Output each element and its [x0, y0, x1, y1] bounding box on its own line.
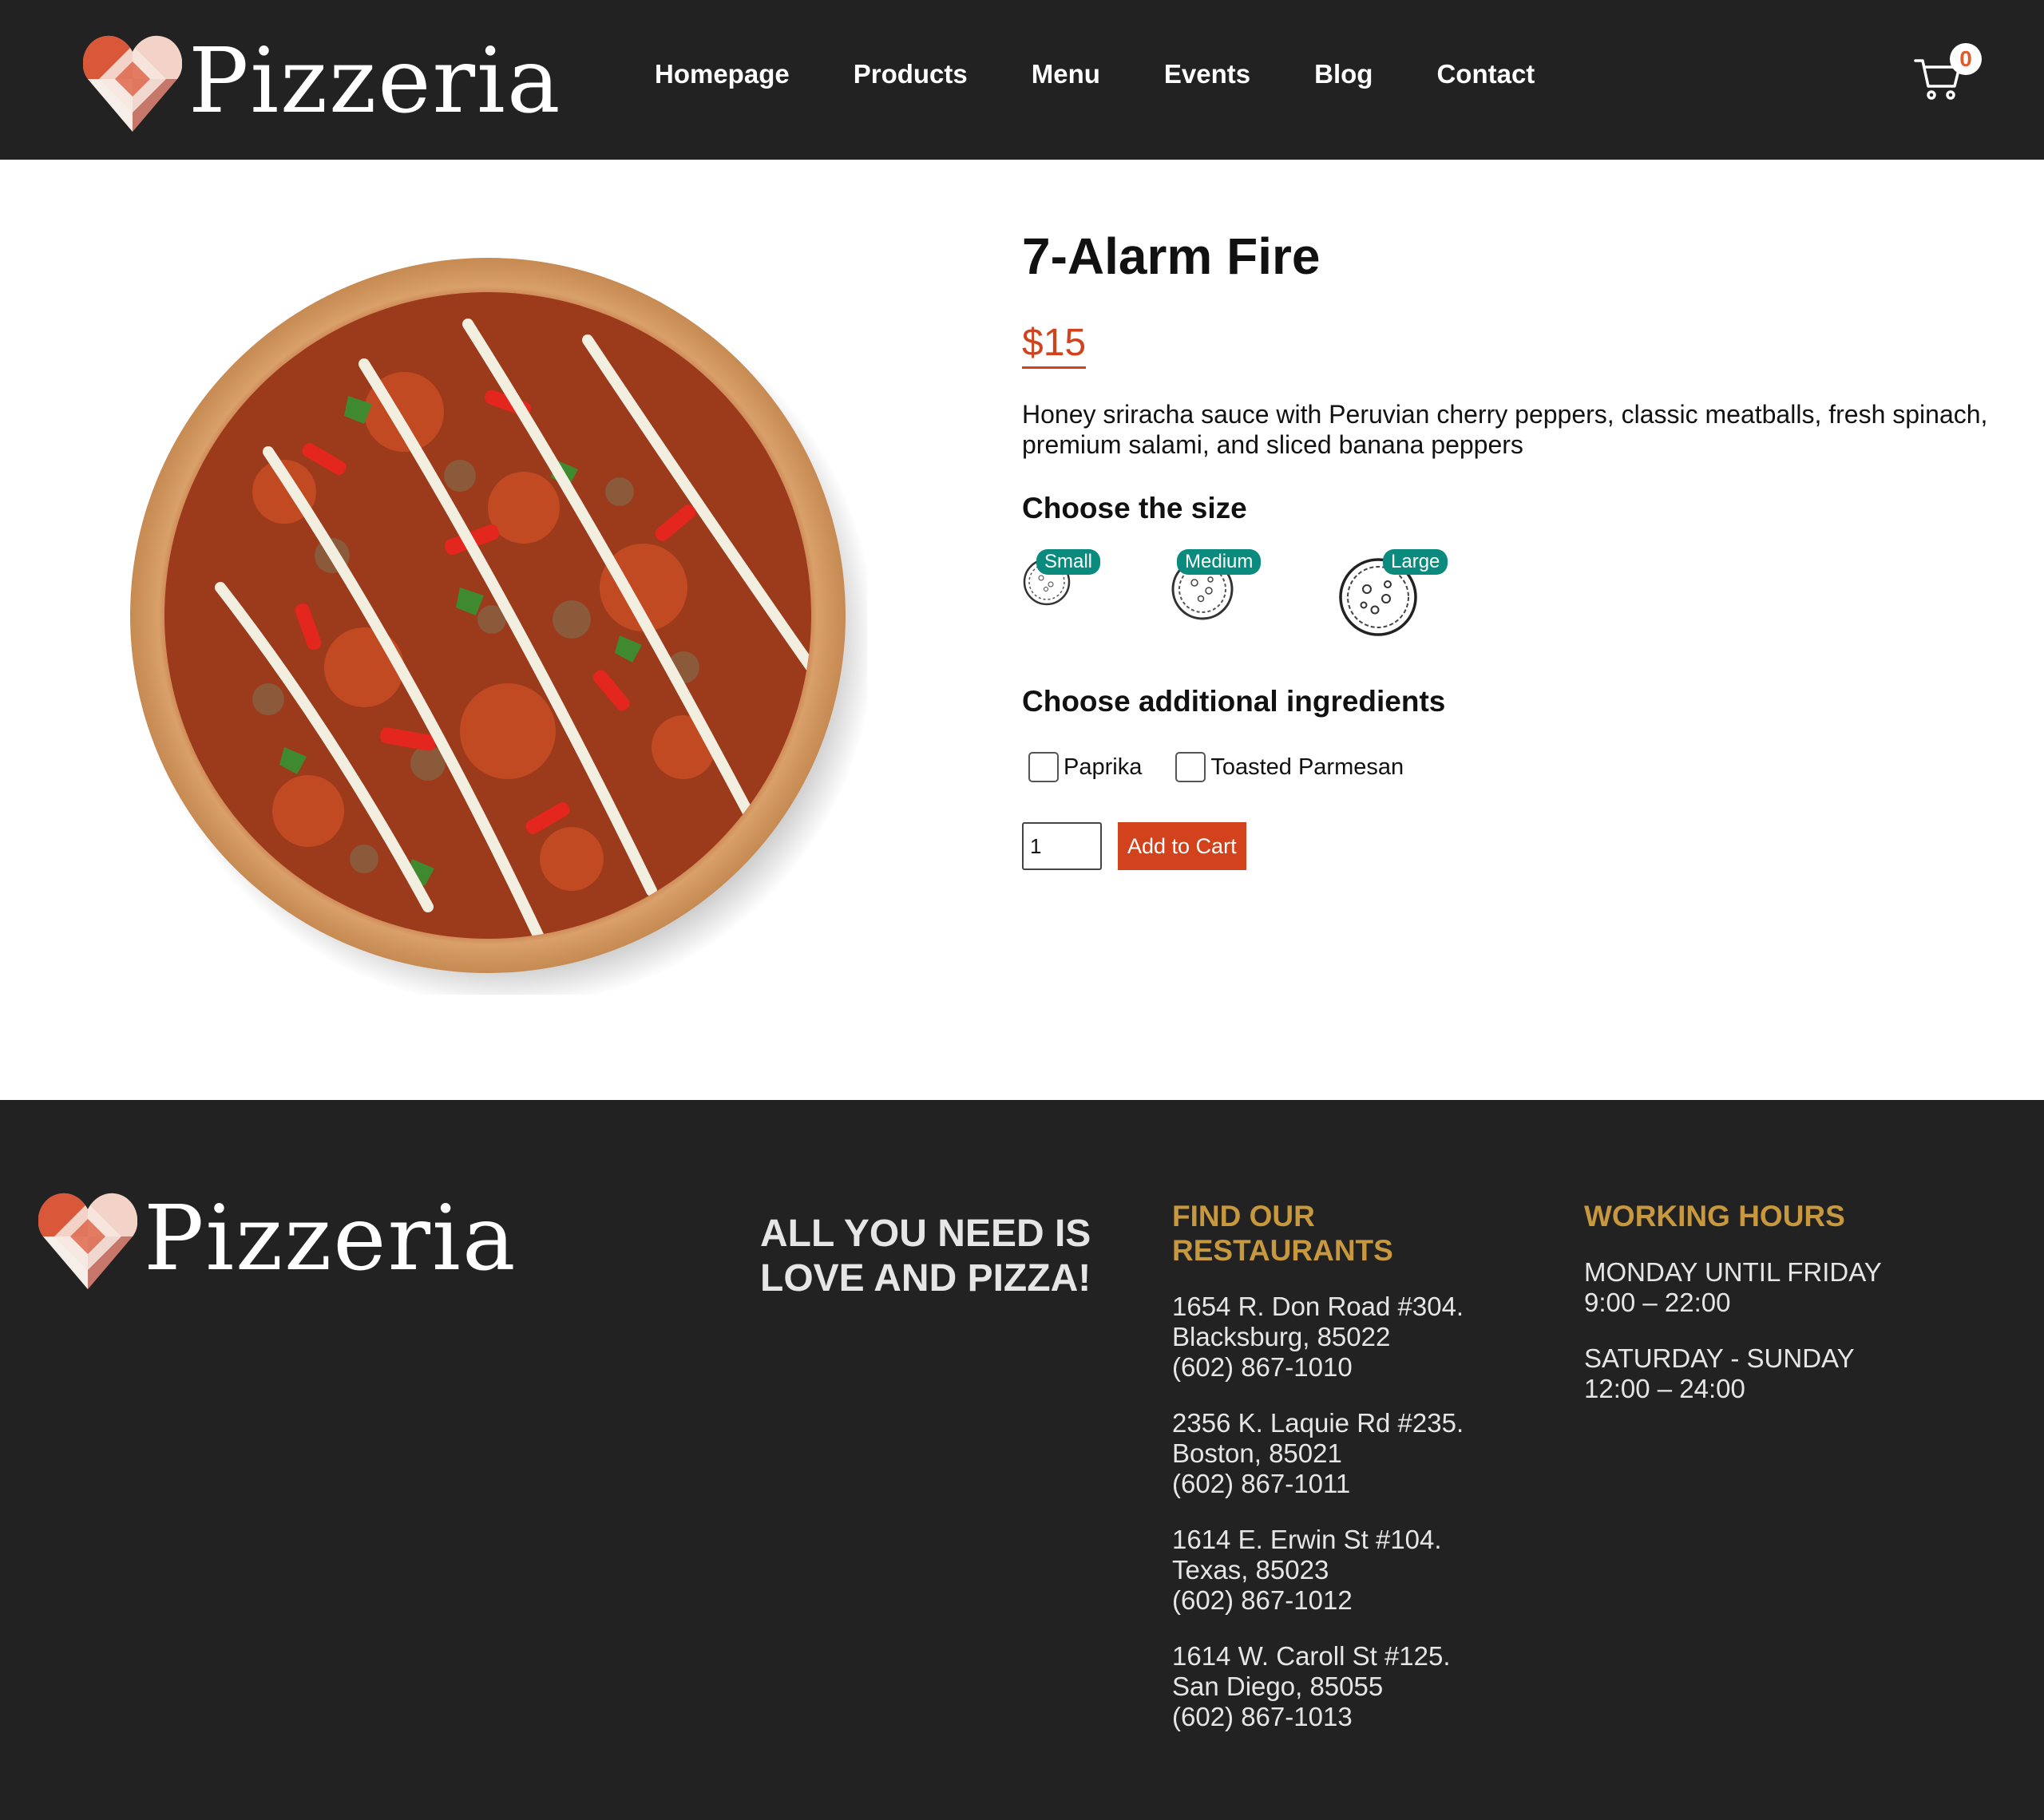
nav-homepage[interactable]: Homepage	[655, 59, 790, 89]
address-street: 1614 E. Erwin St #104.	[1172, 1525, 1442, 1554]
size-label-small: Small	[1036, 549, 1101, 575]
logo-heart-icon	[83, 35, 182, 132]
footer-logo[interactable]: Pizzeria	[38, 1186, 517, 1292]
address-phone: (602) 867-1012	[1172, 1585, 1353, 1615]
size-heading: Choose the size	[1022, 492, 1247, 524]
address-phone: (602) 867-1010	[1172, 1352, 1353, 1382]
address-street: 1614 W. Caroll St #125.	[1172, 1641, 1451, 1671]
product-description: Honey sriracha sauce with Peruvian cherr…	[1022, 400, 1988, 459]
logo-heart-icon	[38, 1193, 137, 1289]
paprika-label[interactable]: Paprika	[1064, 754, 1142, 781]
site-header: Pizzeria Homepage Products Menu Events B…	[0, 0, 2044, 160]
footer-tagline: ALL YOU NEED IS LOVE AND PIZZA!	[760, 1213, 1091, 1300]
ingredients-heading: Choose additional ingredients	[1022, 685, 1446, 718]
size-option-large[interactable]: Large	[1338, 549, 1448, 637]
header-logo[interactable]: Pizzeria	[83, 29, 562, 134]
restaurant-address: 1614 E. Erwin St #104. Texas, 85023 (602…	[1172, 1525, 1539, 1616]
restaurants-heading: FIND OUR RESTAURANTS	[1172, 1200, 1393, 1267]
hours-time: 9:00 – 22:00	[1584, 1288, 1731, 1317]
address-street: 2356 K. Laquie Rd #235.	[1172, 1408, 1464, 1438]
size-label-large: Large	[1383, 549, 1448, 575]
size-label-medium: Medium	[1177, 549, 1262, 575]
cart-count-badge: 0	[1950, 43, 1982, 75]
restaurants-column: FIND OUR RESTAURANTS 1654 R. Don Road #3…	[1172, 1199, 1539, 1732]
pizza-image	[130, 258, 867, 995]
nav-events[interactable]: Events	[1164, 59, 1250, 89]
product-details: 7-Alarm Fire $15 Honey sriracha sauce wi…	[1022, 227, 2012, 870]
size-option-small[interactable]: Small	[1022, 549, 1101, 607]
brand-name: Pizzeria	[188, 30, 562, 133]
address-phone: (602) 867-1013	[1172, 1702, 1353, 1731]
hours-column: WORKING HOURS MONDAY UNTIL FRIDAY 9:00 –…	[1584, 1199, 1983, 1404]
footer-brand-name: Pizzeria	[144, 1187, 517, 1291]
hours-days: MONDAY UNTIL FRIDAY	[1584, 1257, 1882, 1287]
size-options: Small Medium Large	[1022, 549, 2012, 661]
address-city: San Diego, 85055	[1172, 1672, 1384, 1701]
restaurant-address: 1654 R. Don Road #304. Blacksburg, 85022…	[1172, 1292, 1539, 1383]
hours-days: SATURDAY - SUNDAY	[1584, 1343, 1855, 1373]
product-section: 7-Alarm Fire $15 Honey sriracha sauce wi…	[0, 160, 2044, 1100]
nav-contact[interactable]: Contact	[1436, 59, 1535, 89]
nav-products[interactable]: Products	[854, 59, 968, 89]
ingredients-list: Paprika Toasted Parmesan	[1022, 752, 2012, 782]
add-to-cart-row: 1 Add to Cart	[1022, 822, 2012, 870]
site-footer: Pizzeria ALL YOU NEED IS LOVE AND PIZZA!…	[0, 1100, 2044, 1820]
nav-blog[interactable]: Blog	[1314, 59, 1373, 89]
main-nav: Homepage Products Menu Events Blog Conta…	[655, 59, 1535, 89]
address-city: Blacksburg, 85022	[1172, 1322, 1391, 1351]
hours-heading: WORKING HOURS	[1584, 1200, 1845, 1232]
address-phone: (602) 867-1011	[1172, 1469, 1351, 1498]
address-city: Texas, 85023	[1172, 1555, 1329, 1585]
nav-menu[interactable]: Menu	[1032, 59, 1100, 89]
product-title: 7-Alarm Fire	[1022, 228, 1321, 285]
product-price: $15	[1022, 321, 1087, 369]
hours-entry: MONDAY UNTIL FRIDAY 9:00 – 22:00	[1584, 1257, 1983, 1318]
paprika-checkbox[interactable]	[1028, 752, 1059, 782]
restaurant-address: 2356 K. Laquie Rd #235. Boston, 85021 (6…	[1172, 1408, 1539, 1499]
hours-entry: SATURDAY - SUNDAY 12:00 – 24:00	[1584, 1343, 1983, 1404]
address-city: Boston, 85021	[1172, 1438, 1342, 1468]
toasted-parmesan-checkbox[interactable]	[1175, 752, 1206, 782]
cart-button[interactable]: 0	[1913, 43, 1982, 107]
add-to-cart-button[interactable]: Add to Cart	[1118, 822, 1246, 870]
hours-time: 12:00 – 24:00	[1584, 1374, 1745, 1403]
toasted-parmesan-label[interactable]: Toasted Parmesan	[1210, 754, 1404, 781]
quantity-input[interactable]: 1	[1022, 822, 1102, 870]
restaurant-address: 1614 W. Caroll St #125. San Diego, 85055…	[1172, 1641, 1539, 1732]
size-option-medium[interactable]: Medium	[1171, 549, 1262, 621]
address-street: 1654 R. Don Road #304.	[1172, 1292, 1464, 1321]
